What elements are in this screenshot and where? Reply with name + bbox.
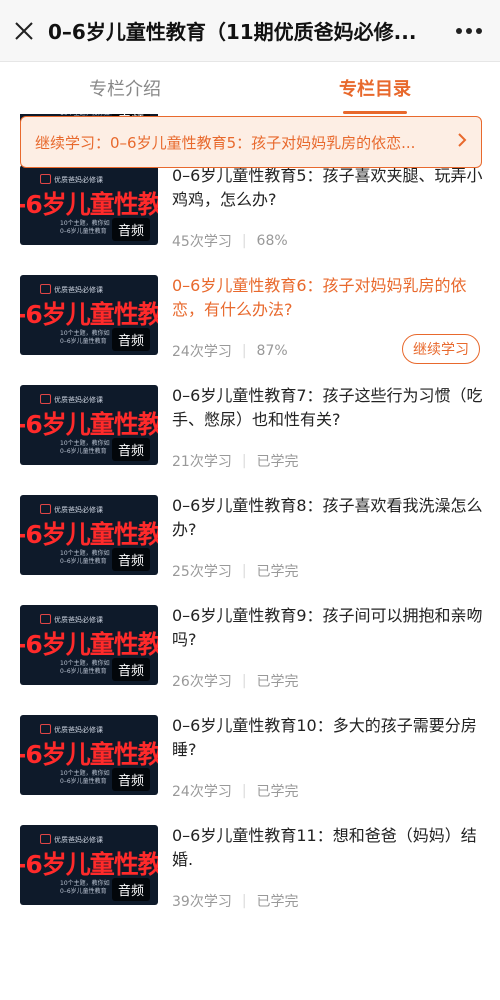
lesson-thumbnail: 优质爸妈必修课 -6岁儿童性教 10个主题，教你如 0–6岁儿童性教育 音频 <box>20 385 158 465</box>
lesson-thumbnail: 优质爸妈必修课 -6岁儿童性教 10个主题，教你如 0–6岁儿童性教育 音频 <box>20 605 158 685</box>
study-count: 25次学习 <box>172 564 232 580</box>
thumbnail-top-text: 优质爸妈必修课 <box>54 396 103 404</box>
thumbnail-subtext-2: 0–6岁儿童性教育 <box>60 888 107 895</box>
study-count: 26次学习 <box>172 674 232 690</box>
lesson-thumbnail: 优质爸妈必修课 -6岁儿童性教 10个主题，教你如 0–6岁儿童性教育 音频 <box>20 275 158 355</box>
progress-text: 68% <box>256 233 288 249</box>
study-count: 39次学习 <box>172 894 232 910</box>
lesson-meta: 45次学习 | 68% <box>172 231 288 251</box>
lesson-meta: 24次学习 | 已学完 <box>172 781 299 801</box>
list-item[interactable]: 优质爸妈必修课 -6岁儿童性教 10个主题，教你如 0–6岁儿童性教育 音频 0… <box>0 700 500 810</box>
thumbnail-top-text: 优质爸妈必修课 <box>54 286 103 294</box>
thumbnail-title: -6岁儿童性教 <box>20 520 158 549</box>
thumbnail-title: -6岁儿童性教 <box>20 630 158 659</box>
list-item[interactable]: 优质爸妈必修课 -6岁儿童性教 10个主题，教你如 0–6岁儿童性教育 音频 0… <box>0 370 500 480</box>
progress-text: 已学完 <box>256 894 299 910</box>
meta-divider: | <box>241 783 247 799</box>
lesson-thumbnail: 优质爸妈必修课 -6岁儿童性教 10个主题，教你如 0–6岁儿童性教育 音频 <box>20 825 158 905</box>
lesson-thumbnail: 优质爸妈必修课 -6岁儿童性教 10个主题，教你如 0–6岁儿童性教育 音频 <box>20 715 158 795</box>
close-button[interactable] <box>0 0 48 62</box>
meta-divider: | <box>241 673 247 689</box>
thumbnail-title: -6岁儿童性教 <box>20 410 158 439</box>
lesson-meta: 24次学习 | 87% <box>172 341 288 361</box>
lesson-title: 0–6岁儿童性教育10：多大的孩子需要分房睡? <box>172 716 477 759</box>
meta-divider: | <box>241 563 247 579</box>
lesson-meta: 26次学习 | 已学完 <box>172 671 299 691</box>
logo-icon <box>40 284 51 294</box>
top-bar: 0–6岁儿童性教育（11期优质爸妈必修... <box>0 0 500 62</box>
lesson-title: 0–6岁儿童性教育5：孩子喜欢夹腿、玩弄小鸡鸡，怎么办? <box>172 166 483 209</box>
meta-divider: | <box>241 343 247 359</box>
list-item[interactable]: 优质爸妈必修课 -6岁儿童性教 10个主题，教你如 0–6岁儿童性教育 音频 0… <box>0 480 500 590</box>
logo-icon <box>40 614 51 624</box>
banner-text: 继续学习：0–6岁儿童性教育5：孩子对妈妈乳房的依恋... <box>35 133 416 152</box>
audio-badge: 音频 <box>111 768 150 791</box>
list-item[interactable]: 优质爸妈必修课 -6岁儿童性教 10个主题，教你如 0–6岁儿童性教育 音频 0… <box>0 810 500 920</box>
logo-icon <box>40 174 51 184</box>
thumbnail-subtext-2: 0–6岁儿童性教育 <box>60 448 107 455</box>
progress-text: 已学完 <box>256 674 299 690</box>
list-item[interactable]: 优质爸妈必修课 -6岁儿童性教 10个主题，教你如 0–6岁儿童性教育 音频 0… <box>0 260 500 370</box>
audio-badge: 音频 <box>111 878 150 901</box>
thumbnail-title: -6岁儿童性教 <box>20 850 158 879</box>
thumbnail-subtext-2: 0–6岁儿童性教育 <box>60 668 107 675</box>
tab-bar: 专栏介绍 专栏目录 <box>0 62 500 114</box>
logo-icon <box>40 394 51 404</box>
tab-catalog[interactable]: 专栏目录 <box>250 62 500 114</box>
study-count: 24次学习 <box>172 344 232 360</box>
lesson-meta: 39次学习 | 已学完 <box>172 891 299 911</box>
lesson-list[interactable]: 优质爸妈必修课 -6岁儿童性教 10个主题，教你如 0–6岁儿童性教育 音频 自… <box>0 114 500 1000</box>
more-button[interactable] <box>438 0 500 62</box>
thumbnail-top-text: 优质爸妈必修课 <box>54 506 103 514</box>
lesson-meta: 25次学习 | 已学完 <box>172 561 299 581</box>
study-count: 45次学习 <box>172 234 232 250</box>
lesson-title: 0–6岁儿童性教育6：孩子对妈妈乳房的依恋，有什么办法? <box>172 276 467 319</box>
progress-text: 已学完 <box>256 564 299 580</box>
thumbnail-top-text: 优质爸妈必修课 <box>54 176 103 184</box>
thumbnail-subtext-2: 0–6岁儿童性教育 <box>60 228 107 235</box>
study-count: 21次学习 <box>172 454 232 470</box>
continue-button[interactable]: 继续学习 <box>402 334 480 364</box>
lesson-title: 0–6岁儿童性教育9：孩子间可以拥抱和亲吻吗? <box>172 606 483 649</box>
thumbnail-subtext-2: 0–6岁儿童性教育 <box>60 558 107 565</box>
page-title: 0–6岁儿童性教育（11期优质爸妈必修... <box>48 20 417 44</box>
progress-text: 已学完 <box>256 784 299 800</box>
logo-icon <box>40 504 51 514</box>
lesson-title: 0–6岁儿童性教育7：孩子这些行为习惯（吃手、憋尿）也和性有关? <box>172 386 483 429</box>
more-icon <box>456 27 482 34</box>
audio-badge: 音频 <box>111 658 150 681</box>
progress-text: 87% <box>256 343 288 359</box>
progress-text: 已学完 <box>256 454 299 470</box>
lesson-meta: 21次学习 | 已学完 <box>172 451 299 471</box>
audio-badge: 音频 <box>111 218 150 241</box>
list-item[interactable]: 优质爸妈必修课 -6岁儿童性教 10个主题，教你如 0–6岁儿童性教育 音频 0… <box>0 590 500 700</box>
tab-intro[interactable]: 专栏介绍 <box>0 62 250 114</box>
audio-badge: 音频 <box>111 548 150 571</box>
lesson-list-inner: 优质爸妈必修课 -6岁儿童性教 10个主题，教你如 0–6岁儿童性教育 音频 自… <box>0 114 500 920</box>
audio-badge: 音频 <box>111 438 150 461</box>
logo-icon <box>40 724 51 734</box>
meta-divider: | <box>241 453 247 469</box>
logo-icon <box>40 834 51 844</box>
thumbnail-title: -6岁儿童性教 <box>20 190 158 219</box>
thumbnail-title: -6岁儿童性教 <box>20 300 158 329</box>
lesson-title: 0–6岁儿童性教育11：想和爸爸（妈妈）结婚. <box>172 826 477 869</box>
thumbnail-top-text: 优质爸妈必修课 <box>54 616 103 624</box>
audio-badge: 音频 <box>111 328 150 351</box>
thumbnail-top-text: 优质爸妈必修课 <box>54 726 103 734</box>
meta-divider: | <box>241 893 247 909</box>
lesson-thumbnail: 优质爸妈必修课 -6岁儿童性教 10个主题，教你如 0–6岁儿童性教育 音频 <box>20 165 158 245</box>
thumbnail-subtext-2: 0–6岁儿童性教育 <box>60 338 107 345</box>
lesson-title: 0–6岁儿童性教育8：孩子喜欢看我洗澡怎么办? <box>172 496 483 539</box>
continue-learning-banner[interactable]: 继续学习：0–6岁儿童性教育5：孩子对妈妈乳房的依恋... <box>20 116 482 168</box>
thumbnail-subtext-2: 0–6岁儿童性教育 <box>60 778 107 785</box>
close-icon <box>15 21 33 40</box>
lesson-thumbnail: 优质爸妈必修课 -6岁儿童性教 10个主题，教你如 0–6岁儿童性教育 音频 <box>20 495 158 575</box>
thumbnail-top-text: 优质爸妈必修课 <box>54 836 103 844</box>
meta-divider: | <box>241 233 247 249</box>
chevron-right-icon <box>449 132 467 152</box>
thumbnail-title: -6岁儿童性教 <box>20 740 158 769</box>
study-count: 24次学习 <box>172 784 232 800</box>
